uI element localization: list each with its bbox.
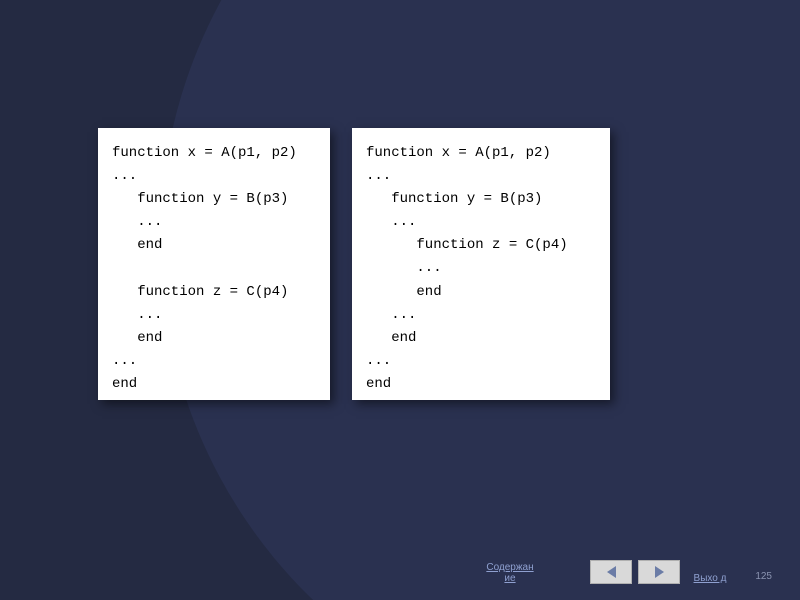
code-snippet-right: function x = A(p1, p2) ... function y = … xyxy=(366,142,594,396)
contents-link[interactable]: Содержан ие xyxy=(480,562,540,584)
slide: function x = A(p1, p2) ... function y = … xyxy=(0,0,800,600)
code-card-left: function x = A(p1, p2) ... function y = … xyxy=(98,128,330,400)
code-card-right: function x = A(p1, p2) ... function y = … xyxy=(352,128,610,400)
triangle-right-icon xyxy=(655,566,664,578)
page-number: 125 xyxy=(755,571,772,582)
next-button[interactable] xyxy=(638,560,680,584)
prev-button[interactable] xyxy=(590,560,632,584)
code-snippet-left: function x = A(p1, p2) ... function y = … xyxy=(112,142,314,396)
nav-buttons xyxy=(590,560,680,584)
exit-link[interactable]: Выхо д xyxy=(680,573,740,584)
triangle-left-icon xyxy=(607,566,616,578)
footer: Содержан ие Выхо д 125 xyxy=(0,550,800,584)
